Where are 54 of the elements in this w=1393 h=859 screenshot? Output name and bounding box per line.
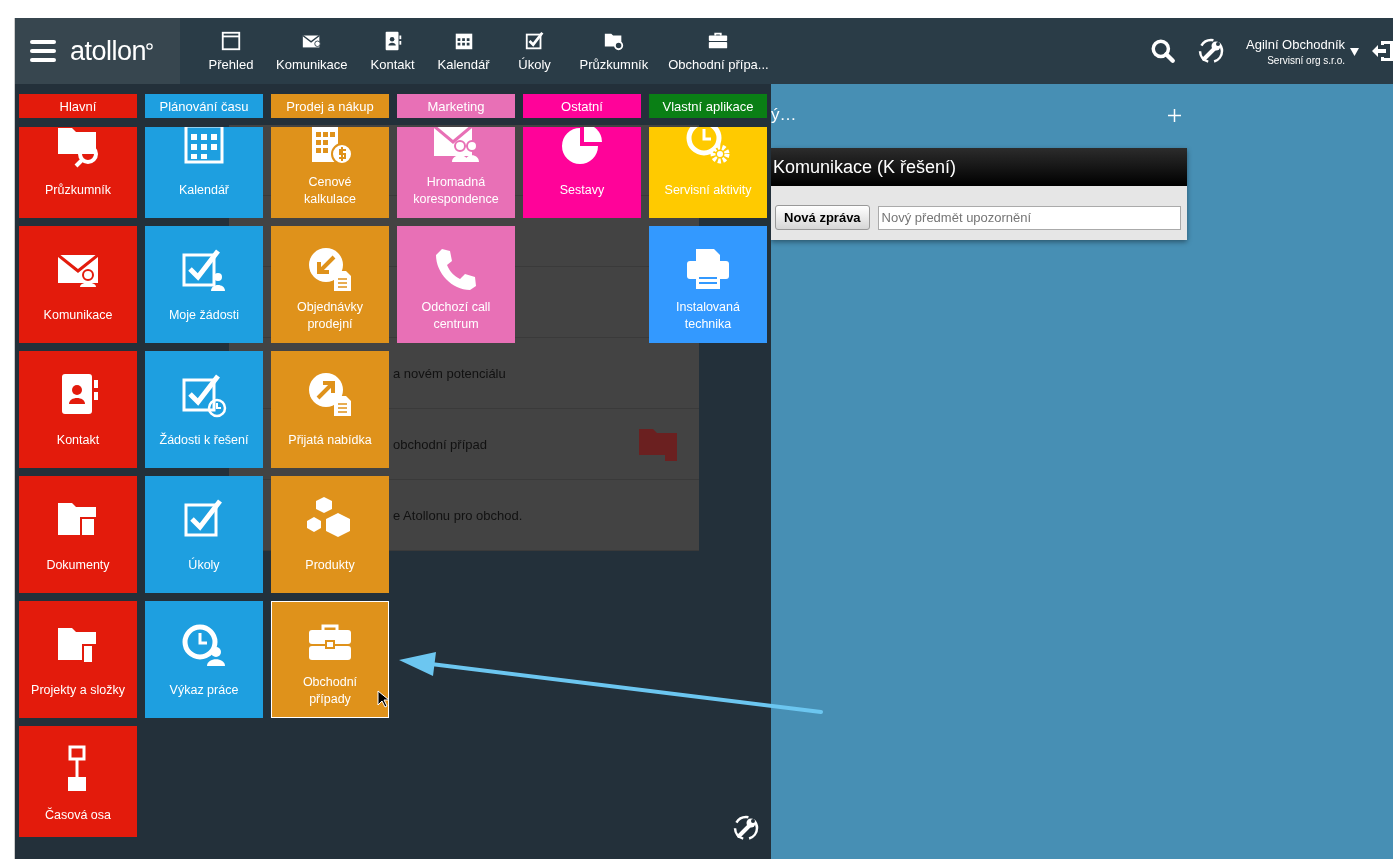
search-icon[interactable] bbox=[1150, 38, 1176, 64]
app-tile[interactable]: Úkoly bbox=[145, 476, 263, 593]
app-tile[interactable]: Sestavy bbox=[523, 127, 641, 218]
category-tab[interactable]: Prodej a nákup bbox=[271, 94, 389, 118]
registered-mark-icon bbox=[146, 42, 154, 50]
circle-arrow-document-icon bbox=[306, 245, 354, 293]
app-tile[interactable]: Komunikace bbox=[19, 226, 137, 343]
user-name[interactable]: Agilní Obchodník bbox=[1246, 36, 1345, 52]
menu-icon[interactable] bbox=[30, 40, 56, 62]
dashboard-heading: ý… bbox=[771, 105, 797, 125]
widget-title: Komunikace (K řešení) bbox=[773, 156, 957, 178]
logo-text: atollon bbox=[70, 35, 147, 67]
window-icon bbox=[220, 30, 242, 52]
app-tile[interactable]: Výkaz práce bbox=[145, 601, 263, 718]
nav-item[interactable]: Kalendář bbox=[427, 18, 500, 84]
nav-item[interactable]: Obchodní přípa... bbox=[658, 18, 779, 84]
nav-item[interactable]: Kontakt bbox=[357, 18, 428, 84]
app-tile[interactable]: Moje žádosti bbox=[145, 226, 263, 343]
app-tile[interactable]: Cenové kalkulace bbox=[271, 127, 389, 218]
app-tile[interactable]: Průzkumník bbox=[19, 127, 137, 218]
category-tab[interactable]: Vlastní aplikace bbox=[649, 94, 767, 118]
category-tab[interactable]: Ostatní bbox=[523, 94, 641, 118]
organization-name: Servisní org s.r.o. bbox=[1267, 54, 1345, 66]
checkbox-icon bbox=[523, 30, 546, 52]
nav-item[interactable]: Průzkumník bbox=[569, 18, 659, 84]
caret-icon[interactable] bbox=[1350, 46, 1359, 56]
logout-icon[interactable] bbox=[1371, 38, 1393, 64]
app-tile[interactable]: Instalovaná technika bbox=[649, 226, 767, 343]
subject-input-field[interactable]: Nový předmět upozornění bbox=[877, 205, 1181, 230]
app-tile[interactable]: Obchodní případy bbox=[271, 601, 389, 718]
nav-item[interactable]: Úkoly bbox=[499, 18, 570, 84]
app-tile[interactable]: Projekty a složky bbox=[19, 601, 137, 718]
app-tile[interactable]: Objednávky prodejní bbox=[271, 226, 389, 343]
category-tab[interactable]: Marketing bbox=[397, 94, 515, 118]
circle-arrow-document-icon bbox=[306, 370, 354, 418]
plus-icon[interactable] bbox=[1168, 108, 1181, 122]
app-tile[interactable]: Přijatá nabídka bbox=[271, 351, 389, 468]
wrench-icon[interactable] bbox=[733, 815, 759, 841]
nav-item[interactable]: Komunikace bbox=[266, 18, 358, 84]
app-tile[interactable]: Kalendář bbox=[145, 127, 263, 218]
new-message-button[interactable]: Nová zpráva bbox=[775, 205, 870, 230]
app-tile[interactable]: Časová osa bbox=[19, 726, 137, 837]
nav-item[interactable]: Přehled bbox=[196, 18, 266, 84]
category-tab[interactable]: Plánování času bbox=[145, 94, 263, 118]
app-tile[interactable]: Hromadná korespondence bbox=[397, 127, 515, 218]
app-tile[interactable]: Odchozí call centrum bbox=[397, 226, 515, 343]
app-tile[interactable]: Kontakt bbox=[19, 351, 137, 468]
mouse-cursor-icon bbox=[377, 690, 389, 708]
app-tile[interactable]: Žádosti k řešení bbox=[145, 351, 263, 468]
folder-icon bbox=[639, 427, 679, 461]
app-tile[interactable]: Produkty bbox=[271, 476, 389, 593]
app-tile[interactable]: Dokumenty bbox=[19, 476, 137, 593]
category-tab[interactable]: Hlavní bbox=[19, 94, 137, 118]
wrench-icon[interactable] bbox=[1198, 38, 1224, 64]
